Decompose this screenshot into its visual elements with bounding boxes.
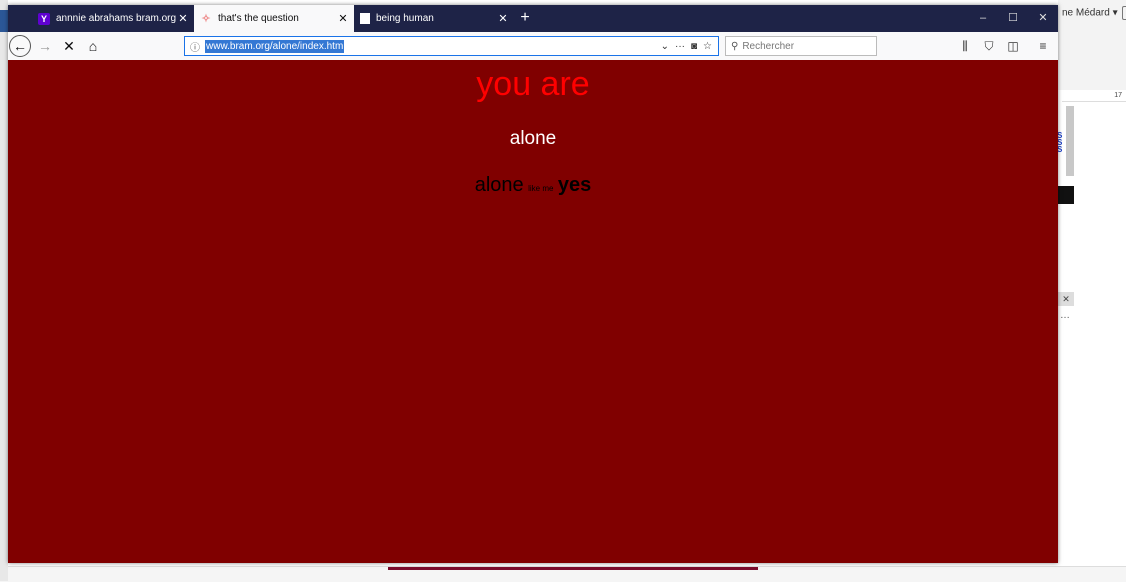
word-yes: yes bbox=[557, 174, 592, 196]
address-bar-actions: ⌄ ··· ◙ ☆ bbox=[661, 41, 718, 52]
background-scrollbar[interactable] bbox=[1066, 106, 1074, 176]
shield-icon[interactable]: ⛉ bbox=[978, 35, 1000, 57]
hamburger-menu-icon[interactable]: ≡ bbox=[1032, 35, 1054, 57]
yahoo-favicon-icon: Y bbox=[38, 12, 50, 25]
tab-bar: Y annnie abrahams bram.org sea ✕ ✧ that'… bbox=[8, 5, 1058, 32]
stop-loading-icon[interactable]: ✕ bbox=[58, 35, 80, 57]
close-window-button[interactable]: ✕ bbox=[1028, 5, 1058, 32]
dropdown-chevron-icon[interactable]: ⌄ bbox=[661, 41, 669, 52]
text-line-alone-like-me-yes: alone like me yes bbox=[8, 173, 1058, 201]
library-icon[interactable]: ⫼ bbox=[954, 35, 976, 57]
minimize-button[interactable]: – bbox=[968, 5, 998, 32]
background-user-name: ne Médard bbox=[1062, 7, 1110, 19]
headline-you-are: you are bbox=[476, 65, 590, 103]
tab-close-icon[interactable]: ✕ bbox=[336, 12, 350, 25]
search-icon: ⚲ bbox=[731, 40, 739, 52]
user-avatar-icon bbox=[1121, 6, 1126, 20]
text-alone: alone bbox=[509, 128, 557, 149]
search-placeholder: Rechercher bbox=[742, 40, 795, 52]
word-alone: alone bbox=[474, 174, 524, 196]
background-dark-block bbox=[1058, 186, 1074, 204]
tab-title: that's the question bbox=[218, 13, 299, 24]
sidebar-icon[interactable]: ◫ bbox=[1002, 35, 1024, 57]
pocket-icon[interactable]: ◙ bbox=[691, 41, 697, 52]
address-bar[interactable]: ⓘ www.bram.org/alone/index.htm ⌄ ··· ◙ ☆ bbox=[184, 36, 719, 56]
page-favicon-icon bbox=[360, 13, 370, 24]
browser-window: Y annnie abrahams bram.org sea ✕ ✧ that'… bbox=[8, 5, 1058, 563]
search-input[interactable]: ⚲ Rechercher bbox=[725, 36, 877, 56]
url-text[interactable]: www.bram.org/alone/index.htm bbox=[205, 39, 345, 53]
bookmark-star-icon[interactable]: ☆ bbox=[703, 41, 712, 52]
background-close-icon[interactable]: ✕ bbox=[1058, 292, 1074, 306]
background-status-bar bbox=[0, 566, 1126, 582]
navigation-toolbar: ← → ✕ ⌂ ⓘ www.bram.org/alone/index.htm ⌄… bbox=[8, 32, 1058, 61]
home-icon[interactable]: ⌂ bbox=[82, 35, 104, 57]
tab-being-human[interactable]: being human ✕ bbox=[354, 5, 514, 32]
background-more-icon[interactable]: … bbox=[1060, 310, 1070, 321]
tab-title: annnie abrahams bram.org sea bbox=[56, 13, 176, 24]
tab-yahoo-search[interactable]: Y annnie abrahams bram.org sea ✕ bbox=[32, 5, 194, 32]
loading-favicon-icon: ✧ bbox=[201, 13, 211, 25]
background-user-account[interactable]: ne Médard ▾ bbox=[1062, 6, 1126, 20]
background-ruler: 17 bbox=[1062, 92, 1126, 102]
site-info-icon[interactable]: ⓘ bbox=[185, 39, 205, 54]
word-like-me: like me bbox=[528, 184, 554, 193]
new-tab-button[interactable]: + bbox=[516, 8, 534, 28]
back-arrow-icon[interactable]: ← bbox=[9, 35, 31, 57]
maximize-button[interactable]: ☐ bbox=[998, 5, 1028, 32]
tab-close-icon[interactable]: ✕ bbox=[176, 12, 190, 25]
page-actions-icon[interactable]: ··· bbox=[675, 41, 685, 52]
forward-arrow-icon[interactable]: → bbox=[34, 35, 56, 57]
background-progress-strip bbox=[388, 567, 758, 570]
tab-thats-the-question[interactable]: ✧ that's the question ✕ bbox=[194, 5, 354, 32]
page-content: you are alone alone like me yes bbox=[8, 60, 1058, 563]
tab-close-icon[interactable]: ✕ bbox=[496, 12, 510, 25]
tab-title: being human bbox=[376, 13, 434, 24]
background-left-edge bbox=[0, 0, 8, 581]
background-blue-block bbox=[0, 10, 8, 32]
